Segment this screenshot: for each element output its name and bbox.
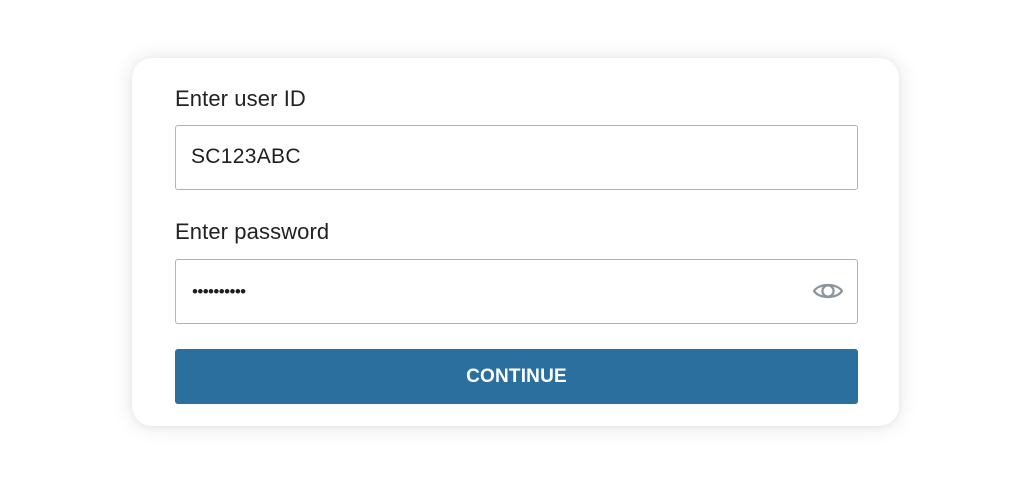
user-id-field[interactable] [175, 125, 858, 190]
login-card: Enter user ID Enter password •••••••••• … [132, 58, 899, 426]
user-id-label: Enter user ID [175, 86, 306, 111]
password-label: Enter password [175, 219, 330, 244]
eye-icon[interactable] [811, 277, 845, 305]
user-id-input[interactable] [191, 126, 791, 188]
password-input[interactable]: •••••••••• [192, 260, 246, 322]
page: Enter user ID Enter password •••••••••• … [0, 0, 1032, 484]
continue-button[interactable]: CONTINUE [175, 349, 858, 404]
password-field[interactable]: •••••••••• [175, 259, 858, 324]
